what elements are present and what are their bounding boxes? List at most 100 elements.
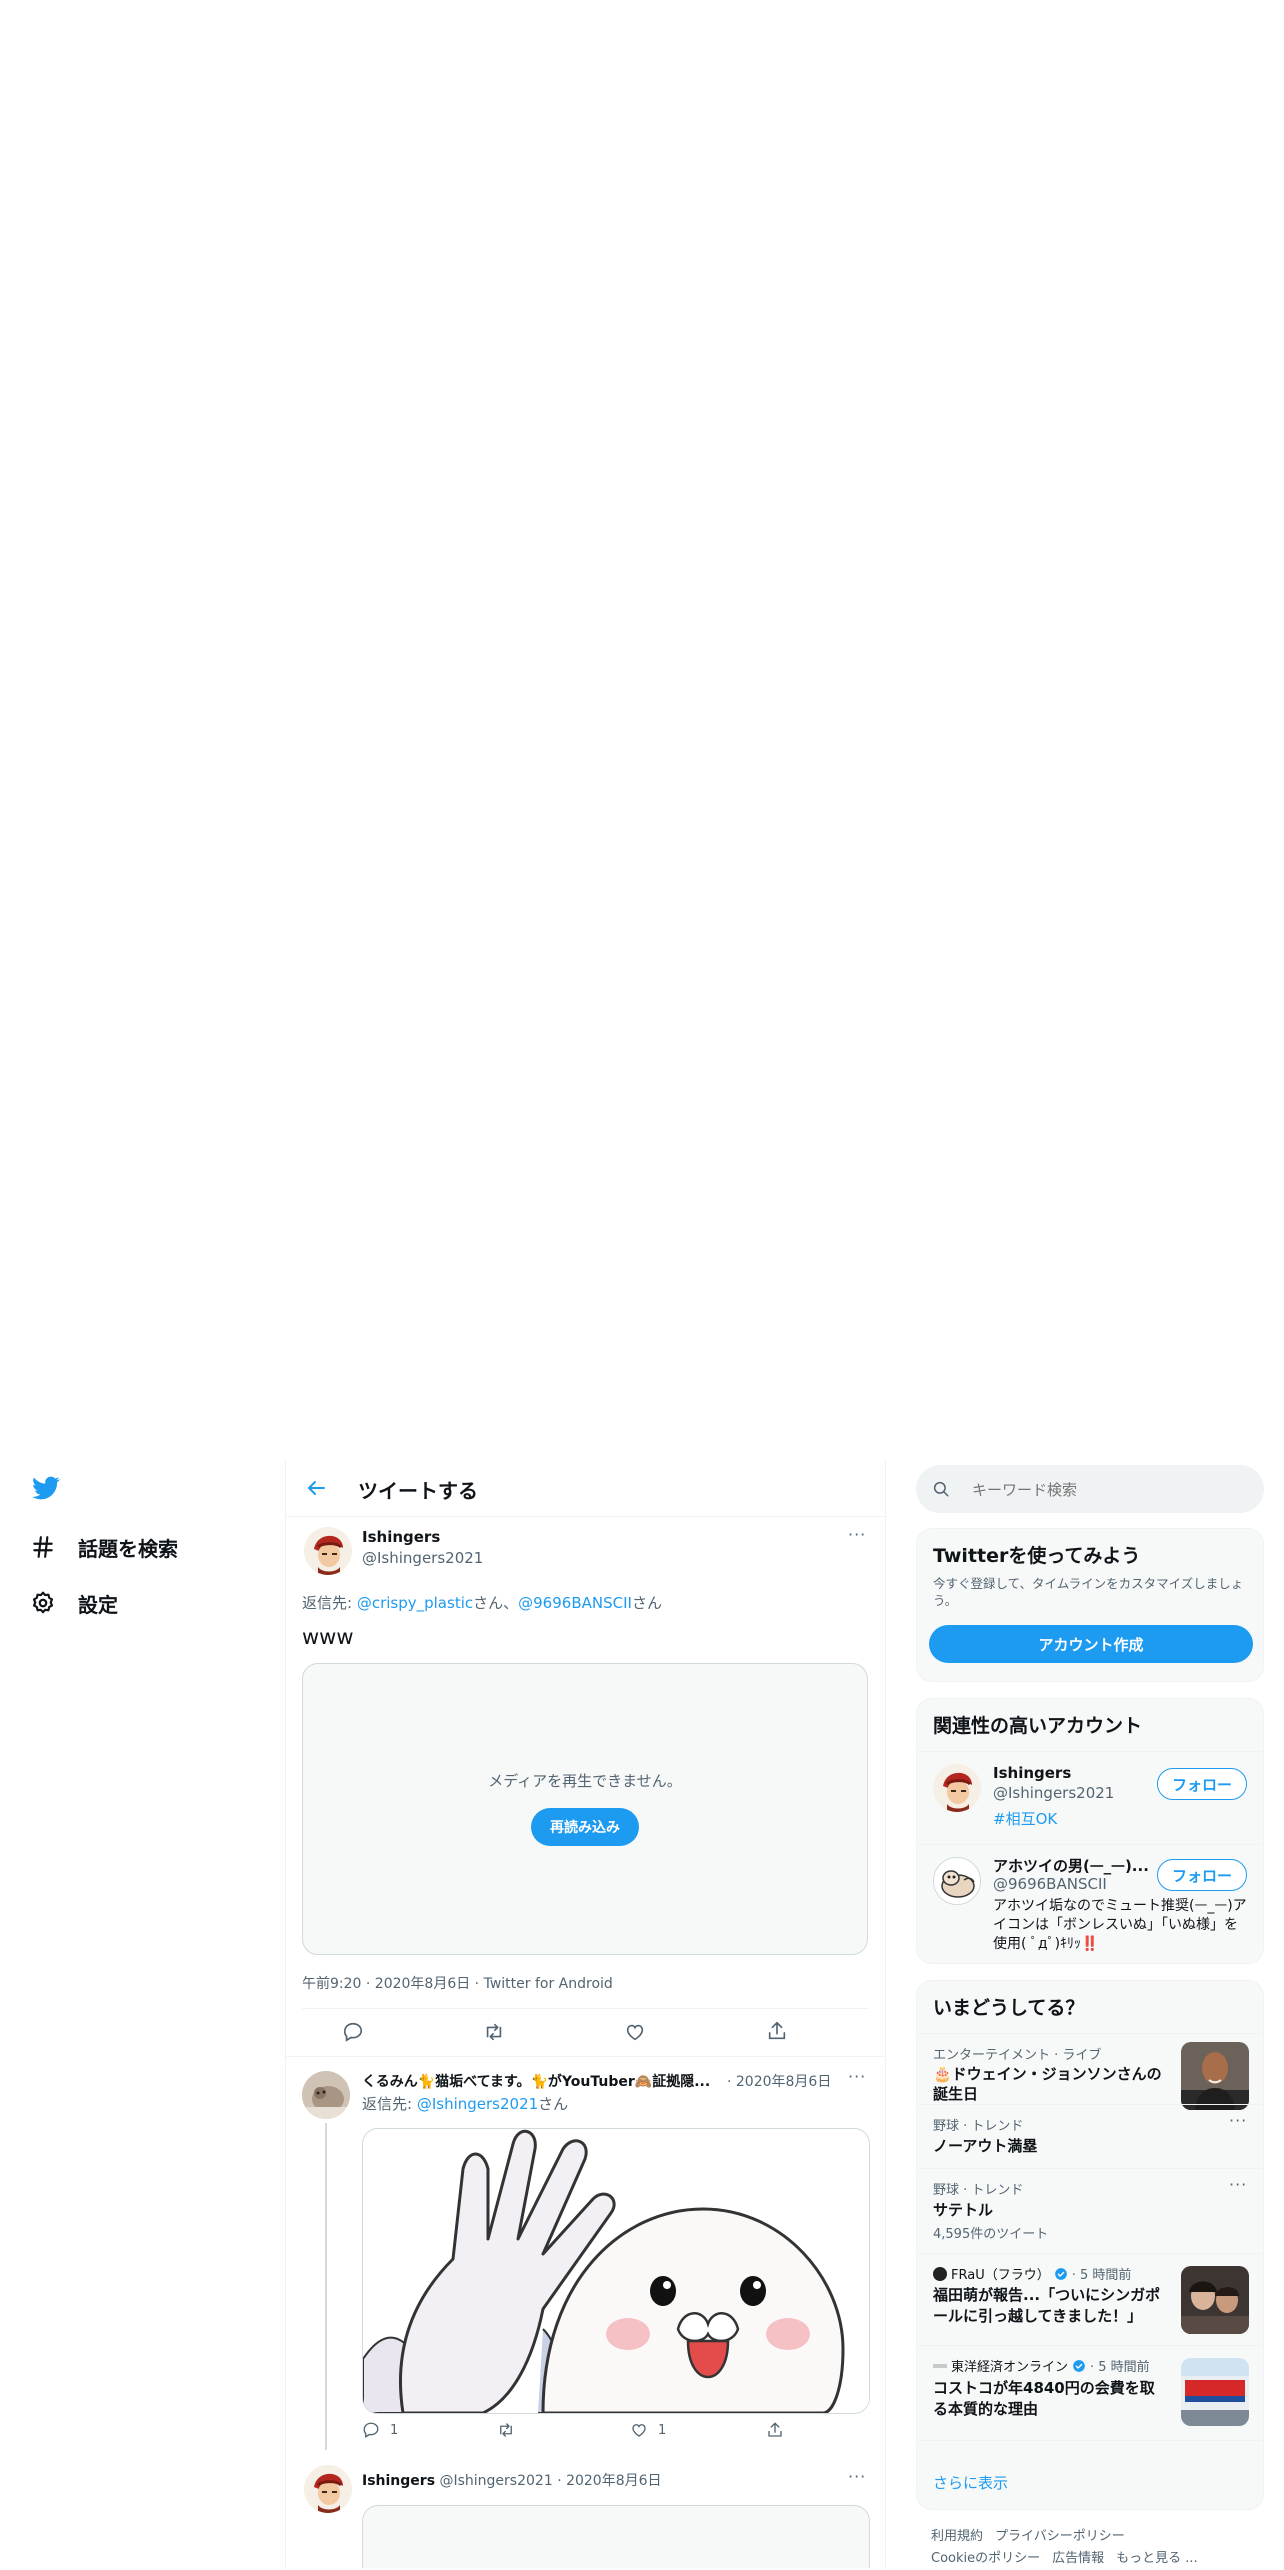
- reply-user-link[interactable]: @Ishingers2021: [417, 2095, 538, 2113]
- footer-link[interactable]: Cookieのポリシー: [931, 2548, 1040, 2570]
- footer-link[interactable]: プライバシーポリシー: [995, 2526, 1125, 2548]
- source-logo-icon: [933, 2363, 947, 2368]
- nav-settings-label: 設定: [78, 1592, 118, 1617]
- verified-badge-icon: [1054, 2267, 1067, 2280]
- nav-explore-label: 話題を検索: [78, 1536, 178, 1561]
- follow-button[interactable]: フォロー: [1157, 1768, 1247, 1800]
- nav-explore[interactable]: 話題を検索: [30, 1530, 178, 1564]
- source-time: · 5 時間前: [1090, 2360, 1150, 2375]
- avatar: [933, 1857, 981, 1905]
- author-name[interactable]: Ishingers: [362, 2473, 435, 2489]
- trend-image: [1181, 2358, 1249, 2426]
- reply-suffix: さん: [538, 2095, 569, 2113]
- like-icon: [632, 2424, 646, 2437]
- like-icon[interactable]: [624, 2021, 646, 2043]
- author-handle[interactable]: @Ishingers2021: [362, 1549, 483, 1567]
- account-name: Ishingers: [993, 1764, 1072, 1782]
- trends-title: いまどうしてる？: [933, 1997, 1085, 2019]
- reply-suffix: さん: [631, 1594, 662, 1612]
- reply-prefix: 返信先:: [362, 2095, 417, 2113]
- share-icon[interactable]: [766, 2020, 788, 2042]
- card-divider: [917, 2440, 1263, 2441]
- left-nav: 話題を検索 設定: [0, 1460, 285, 2568]
- footer-link[interactable]: 利用規約: [931, 2526, 983, 2548]
- trend-image: [1181, 2266, 1249, 2334]
- trend-item[interactable]: 野球 · トレンド サテトル 4,595件のツイート ···: [917, 2169, 1263, 2253]
- signup-description: 今すぐ登録して、タイムラインをカスタマイズしましょう。: [933, 1576, 1244, 1608]
- source-name: FRaU（フラウ）: [951, 2268, 1050, 2283]
- trend-item[interactable]: 野球 · トレンド ノーアウト満塁 ···: [917, 2105, 1263, 2168]
- signup-title: Twitterを使ってみよう: [933, 1545, 1141, 1567]
- avatar[interactable]: [304, 1527, 352, 1575]
- reply-user-link[interactable]: @crispy_plastic: [357, 1594, 473, 1612]
- retweet-icon: [500, 2423, 512, 2437]
- reply-prefix: 返信先:: [302, 1594, 357, 1612]
- search-bar[interactable]: [916, 1465, 1264, 1513]
- trend-context: 野球 · トレンド: [933, 2183, 1024, 2198]
- trend-context: エンターテイメント · ライブ: [933, 2048, 1102, 2063]
- more-options-icon[interactable]: ···: [1229, 2111, 1247, 2130]
- reply-tweet: Ishingers @Ishingers2021 · 2020年8月6日 ···: [286, 2457, 885, 2568]
- author-name[interactable]: くるみん🐈猫垢べてます。🐈がYouTuber🙈証拠隠...: [362, 2071, 710, 2091]
- trend-context: 野球 · トレンド: [933, 2119, 1024, 2134]
- tweet-date[interactable]: · 2020年8月6日: [557, 2473, 661, 2489]
- trends-card: いまどうしてる？ エンターテイメント · ライブ 🎂ドウェイン・ジョンソンさんの…: [916, 1980, 1264, 2510]
- footer-links: 利用規約 プライバシーポリシー Cookieのポリシー 広告情報 もっと見る .…: [931, 2526, 1271, 2570]
- retweet-action[interactable]: [496, 2421, 516, 2439]
- create-account-button[interactable]: アカウント作成: [929, 1625, 1253, 1663]
- trend-image: [1181, 2042, 1249, 2110]
- share-icon: [768, 2422, 782, 2437]
- avatar[interactable]: [304, 2465, 352, 2513]
- source-logo-icon: [933, 2266, 947, 2281]
- reload-button[interactable]: 再読み込み: [531, 1808, 639, 1846]
- trend-source: FRaU（フラウ） · 5 時間前: [933, 2264, 1131, 2283]
- follow-button[interactable]: フォロー: [1157, 1859, 1247, 1891]
- share-action[interactable]: [766, 2421, 784, 2439]
- retweet-icon[interactable]: [482, 2021, 506, 2043]
- show-more-link[interactable]: さらに表示: [933, 2472, 1008, 2493]
- footer-link[interactable]: 広告情報: [1052, 2548, 1104, 2570]
- avatar[interactable]: [302, 2071, 350, 2119]
- account-item[interactable]: Ishingers @Ishingers2021 #相互OK フォロー: [917, 1752, 1263, 1844]
- trend-topic: コストコが年4840円の会費を取る本質的な理由: [933, 2379, 1155, 2418]
- gear-icon: [32, 1591, 54, 1614]
- reply-user-link[interactable]: @9696BANSCII: [518, 1594, 632, 1612]
- author-name[interactable]: Ishingers: [362, 1528, 440, 1546]
- verified-badge-icon: [1073, 2359, 1085, 2372]
- trend-topic: ノーアウト満塁: [933, 2137, 1038, 2155]
- author-handle[interactable]: @Ishingers2021: [439, 2473, 552, 2489]
- tweet-image[interactable]: [362, 2128, 870, 2414]
- account-item[interactable]: アホツイの男(ᅳ_ᅳ)... @9696BANSCII アホツイ垢なのでミュート…: [917, 1845, 1263, 1963]
- trend-topic: サテトル: [933, 2201, 994, 2219]
- more-options-icon[interactable]: ···: [848, 2467, 866, 2486]
- back-arrow-icon[interactable]: [304, 1476, 328, 1500]
- tweet-meta: 午前9:20 · 2020年8月6日 · Twitter for Android: [302, 1976, 613, 1992]
- like-action[interactable]: 1: [630, 2421, 666, 2439]
- footer-row: 利用規約 プライバシーポリシー: [931, 2526, 1271, 2548]
- tweet-date[interactable]: · 2020年8月6日: [727, 2071, 831, 2091]
- footer-row: Cookieのポリシー 広告情報 もっと見る ...: [931, 2548, 1271, 2570]
- search-input[interactable]: [970, 1473, 1244, 1507]
- reply-to-line: 返信先: @crispy_plasticさん、@9696BANSCIIさん: [302, 1592, 662, 1613]
- thread-line: [325, 2123, 327, 2450]
- twitter-logo-icon[interactable]: [30, 1474, 62, 1502]
- account-bio[interactable]: #相互OK: [993, 1808, 1057, 1829]
- trend-item[interactable]: FRaU（フラウ） · 5 時間前 福田萌が報告...「ついにシンガポールに引っ…: [917, 2254, 1263, 2345]
- account-handle: @Ishingers2021: [993, 1784, 1115, 1802]
- footer-link[interactable]: もっと見る ...: [1116, 2548, 1198, 2570]
- like-count: 1: [658, 2422, 667, 2438]
- more-options-icon[interactable]: ···: [1229, 2175, 1247, 2194]
- reply-count: 1: [390, 2422, 399, 2438]
- reply-action[interactable]: 1: [362, 2421, 398, 2439]
- tweet-media-container: [362, 2505, 870, 2568]
- reply-tweet: くるみん🐈猫垢べてます。🐈がYouTuber🙈証拠隠... · 2020年8月6…: [286, 2057, 885, 2457]
- trend-item[interactable]: 東洋経済オンライン · 5 時間前 コストコが年4840円の会費を取る本質的な理…: [917, 2346, 1263, 2440]
- main-header: ツイートする: [286, 1460, 885, 1517]
- more-options-icon[interactable]: ···: [848, 1525, 866, 1544]
- reply-icon[interactable]: [342, 2021, 364, 2043]
- more-options-icon[interactable]: ···: [848, 2067, 866, 2086]
- nav-settings[interactable]: 設定: [30, 1586, 118, 1620]
- reply-to-line: 返信先: @Ishingers2021さん: [362, 2093, 568, 2114]
- trend-item[interactable]: エンターテイメント · ライブ 🎂ドウェイン・ジョンソンさんの誕生日: [917, 2034, 1263, 2110]
- related-title: 関連性の高いアカウント: [933, 1715, 1143, 1737]
